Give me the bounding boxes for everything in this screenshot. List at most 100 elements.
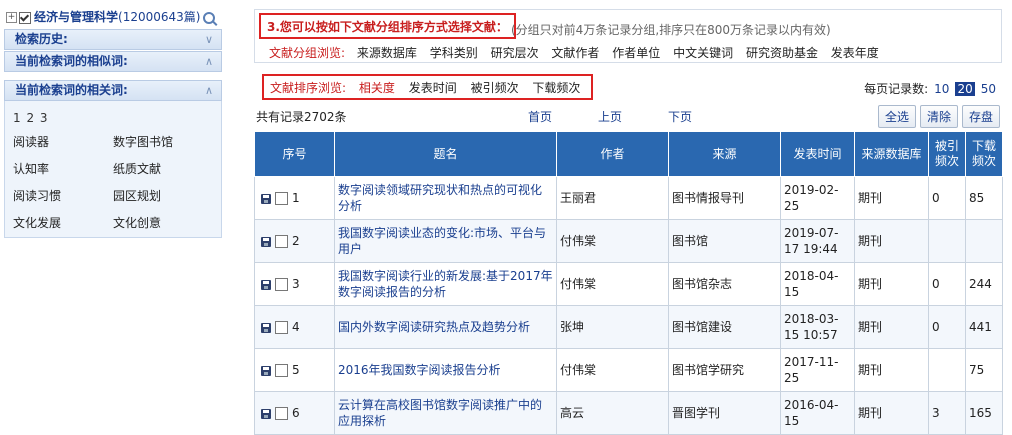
author-cell[interactable]: 高云 — [556, 391, 669, 435]
author-cell[interactable]: 王丽君 — [556, 176, 669, 220]
total-records: 共有记录2702条 — [256, 110, 347, 124]
group-item-year[interactable]: 发表年度 — [831, 46, 879, 60]
table-row: 3 我国数字阅读行业的新发展:基于2017年数字阅读报告的分析 付伟棠 图书馆杂… — [254, 262, 1003, 306]
row-checkbox[interactable] — [275, 192, 288, 205]
related-word[interactable]: 纸质文献 — [113, 160, 213, 177]
similar-words-title: 当前检索词的相似词: — [15, 54, 128, 68]
per-page-50[interactable]: 50 — [979, 82, 998, 96]
table-row: 4 国内外数字阅读研究热点及趋势分析 张坤 图书馆建设 2018-03-15 1… — [254, 305, 1003, 349]
group-item-keyword[interactable]: 中文关键词 — [673, 46, 733, 60]
group-item-source-db[interactable]: 来源数据库 — [357, 46, 417, 60]
save-icon[interactable] — [261, 365, 271, 376]
per-page-10[interactable]: 10 — [932, 82, 951, 96]
category-row[interactable]: + 经济与管理科学(12000643篇) — [4, 6, 222, 28]
search-icon[interactable] — [203, 11, 216, 24]
title-cell: 我国数字阅读行业的新发展:基于2017年数字阅读报告的分析 — [334, 262, 557, 306]
title-cell: 数字阅读领域研究现状和热点的可视化分析 — [334, 176, 557, 220]
save-icon[interactable] — [261, 322, 271, 333]
row-checkbox[interactable] — [275, 235, 288, 248]
group-item-fund[interactable]: 研究资助基金 — [746, 46, 818, 60]
source-cell[interactable]: 图书馆建设 — [668, 305, 781, 349]
cited-cell — [928, 219, 966, 263]
source-cell[interactable]: 图书馆学研究 — [668, 348, 781, 392]
title-link[interactable]: 我国数字阅读行业的新发展:基于2017年数字阅读报告的分析 — [338, 269, 553, 299]
source-cell[interactable]: 晋图学刊 — [668, 391, 781, 435]
date-cell: 2019-07-17 19:44 — [780, 219, 855, 263]
sort-downloads[interactable]: 下载频次 — [532, 81, 580, 95]
title-link[interactable]: 国内外数字阅读研究热点及趋势分析 — [338, 320, 530, 334]
group-item-author[interactable]: 文献作者 — [551, 46, 599, 60]
related-word[interactable]: 文化发展 — [13, 214, 113, 231]
col-header-index: 序号 — [254, 131, 335, 177]
similar-words-header[interactable]: 当前检索词的相似词: ∧ — [4, 51, 222, 72]
author-cell[interactable]: 付伟棠 — [556, 219, 669, 263]
first-page-link[interactable]: 首页 — [528, 108, 552, 125]
cited-cell: 0 — [928, 305, 966, 349]
related-word[interactable]: 文化创意 — [113, 214, 213, 231]
db-cell: 期刊 — [854, 391, 929, 435]
col-header-db: 来源数据库 — [854, 131, 929, 177]
row-checkbox[interactable] — [275, 364, 288, 377]
table-header-row: 序号 题名 作者 来源 发表时间 来源数据库 被引频次 下载频次 — [254, 131, 1003, 177]
downloads-cell: 244 — [965, 262, 1003, 306]
chevron-up-icon[interactable]: ∧ — [205, 52, 213, 71]
date-cell: 2019-02-25 — [780, 176, 855, 220]
save-icon[interactable] — [261, 236, 271, 247]
group-browse-label: 文献分组浏览: — [269, 46, 346, 60]
related-word[interactable]: 阅读习惯 — [13, 187, 113, 204]
related-word[interactable]: 阅读器 — [13, 133, 113, 150]
row-index: 3 — [292, 277, 300, 291]
main-content: 3.您可以按如下文献分组排序方式选择文献： (分组只对前4万条记录分组,排序只在… — [254, 9, 1003, 435]
group-browse-row: 文献分组浏览: 来源数据库 学科类别 研究层次 文献作者 作者单位 中文关键词 … — [269, 44, 888, 61]
save-icon[interactable] — [261, 408, 271, 419]
title-link[interactable]: 2016年我国数字阅读报告分析 — [338, 363, 501, 377]
per-page-20[interactable]: 20 — [955, 82, 975, 96]
select-all-button[interactable]: 全选 — [877, 105, 916, 128]
category-name[interactable]: 经济与管理科学 — [34, 10, 118, 24]
source-cell[interactable]: 图书馆杂志 — [668, 262, 781, 306]
chevron-down-icon[interactable]: ∨ — [205, 30, 213, 49]
author-cell[interactable]: 付伟棠 — [556, 262, 669, 306]
source-cell[interactable]: 图书情报导刊 — [668, 176, 781, 220]
sort-cited[interactable]: 被引频次 — [471, 81, 519, 95]
title-link[interactable]: 数字阅读领域研究现状和热点的可视化分析 — [338, 183, 542, 213]
sort-date[interactable]: 发表时间 — [409, 81, 457, 95]
table-row: 6 云计算在高校图书馆数字阅读推广中的应用探析 高云 晋图学刊 2016-04-… — [254, 391, 1003, 435]
results-table: 序号 题名 作者 来源 发表时间 来源数据库 被引频次 下载频次 1 数字阅读领… — [254, 131, 1003, 435]
row-checkbox[interactable] — [275, 278, 288, 291]
row-index: 4 — [292, 320, 300, 334]
row-index: 6 — [292, 406, 300, 420]
chevron-up-icon[interactable]: ∧ — [205, 81, 213, 100]
title-cell: 我国数字阅读业态的变化:市场、平台与用户 — [334, 219, 557, 263]
author-cell[interactable]: 张坤 — [556, 305, 669, 349]
related-pages[interactable]: 1 2 3 — [13, 111, 215, 125]
table-row: 5 2016年我国数字阅读报告分析 付伟棠 图书馆学研究 2017-11-25 … — [254, 348, 1003, 392]
index-cell: 4 — [254, 305, 335, 349]
title-link[interactable]: 云计算在高校图书馆数字阅读推广中的应用探析 — [338, 398, 542, 428]
save-button[interactable]: 存盘 — [961, 105, 1000, 128]
related-word[interactable]: 认知率 — [13, 160, 113, 177]
group-item-level[interactable]: 研究层次 — [491, 46, 539, 60]
group-item-institution[interactable]: 作者单位 — [612, 46, 660, 60]
author-cell[interactable]: 付伟棠 — [556, 348, 669, 392]
search-history-header[interactable]: 检索历史: ∨ — [4, 29, 222, 50]
next-page-link[interactable]: 下页 — [668, 108, 692, 125]
source-cell[interactable]: 图书馆 — [668, 219, 781, 263]
per-page: 每页记录数: 10 20 50 — [864, 80, 998, 97]
row-checkbox[interactable] — [275, 321, 288, 334]
related-words-header[interactable]: 当前检索词的相关词: ∧ — [4, 80, 222, 101]
prev-page-link[interactable]: 上页 — [598, 108, 622, 125]
group-item-subject[interactable]: 学科类别 — [430, 46, 478, 60]
related-word[interactable]: 数字图书馆 — [113, 133, 213, 150]
clear-button[interactable]: 清除 — [919, 105, 958, 128]
related-word[interactable]: 园区规划 — [113, 187, 213, 204]
save-icon[interactable] — [261, 193, 271, 204]
expand-icon[interactable]: + — [6, 12, 17, 23]
category-checkbox[interactable] — [19, 11, 31, 24]
row-checkbox[interactable] — [275, 407, 288, 420]
title-link[interactable]: 我国数字阅读业态的变化:市场、平台与用户 — [338, 226, 546, 256]
related-words-panel: 1 2 3 阅读器 数字图书馆 认知率 纸质文献 阅读习惯 园区规划 文化发展 … — [4, 101, 222, 238]
sort-relevance[interactable]: 相关度 — [359, 81, 395, 95]
downloads-cell: 441 — [965, 305, 1003, 349]
save-icon[interactable] — [261, 279, 271, 290]
